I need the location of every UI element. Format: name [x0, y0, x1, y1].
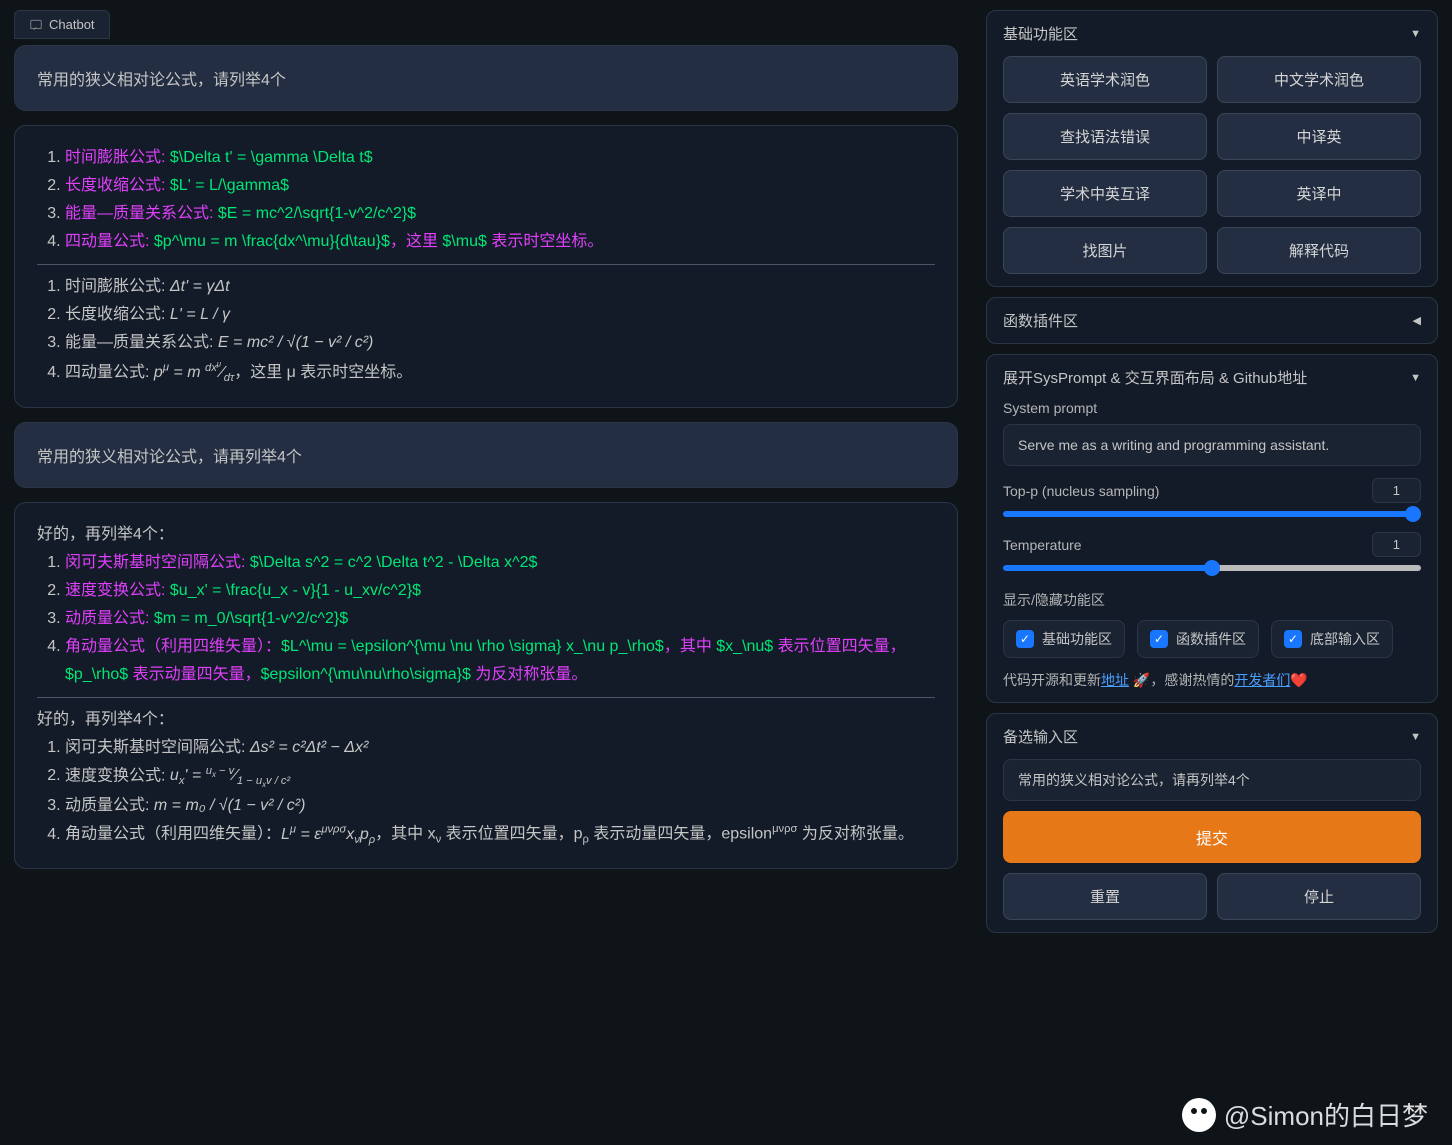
top-p-value: 1: [1372, 478, 1421, 503]
function-button[interactable]: 英译中: [1217, 170, 1421, 217]
panel-basic: 基础功能区 ▼ 英语学术润色中文学术润色查找语法错误中译英学术中英互译英译中找图…: [986, 10, 1438, 287]
chevron-down-icon: ▼: [1410, 372, 1421, 384]
chevron-down-icon: ▼: [1410, 731, 1421, 743]
panel-title: 备选输入区: [1003, 726, 1078, 747]
alt-input[interactable]: [1003, 759, 1421, 801]
credit-line: 代码开源和更新地址 🚀，感谢热情的开发者们❤️: [1003, 670, 1421, 690]
toggle-label: 显示/隐藏功能区: [1003, 590, 1421, 610]
system-prompt-label: System prompt: [1003, 400, 1421, 416]
bot-intro: 好的，再列举4个：: [37, 521, 935, 549]
panel-sysprompt: 展开SysPrompt & 交互界面布局 & Github地址 ▼ System…: [986, 354, 1438, 703]
formula-item: 能量—质量关系公式: E = mc² / √(1 − v² / c²): [65, 329, 935, 357]
temperature-value: 1: [1372, 532, 1421, 557]
bot-intro: 好的，再列举4个：: [37, 706, 935, 734]
checkbox-item[interactable]: ✓函数插件区: [1137, 620, 1259, 658]
formula-item: 长度收缩公式: L' = L / γ: [65, 301, 935, 329]
function-button[interactable]: 查找语法错误: [1003, 113, 1207, 160]
system-prompt-input[interactable]: [1003, 424, 1421, 466]
weibo-icon: [1182, 1098, 1216, 1132]
tab-chatbot[interactable]: Chatbot: [14, 10, 110, 39]
formula-item: 速度变换公式: ux' = ux − v⁄1 − uxv / c²: [65, 762, 935, 792]
formula-item: 角动量公式（利用四维矢量）：$L^\mu = \epsilon^{\mu \nu…: [65, 633, 935, 689]
panel-sysprompt-header[interactable]: 展开SysPrompt & 交互界面布局 & Github地址 ▼: [1003, 367, 1421, 388]
formula-item: 长度收缩公式: $L' = L/\gamma$: [65, 172, 935, 200]
watermark: @Simon的白日梦: [1182, 1096, 1428, 1133]
panel-basic-header[interactable]: 基础功能区 ▼: [1003, 23, 1421, 44]
panel-plugins: 函数插件区 ◀: [986, 297, 1438, 344]
formula-item: 四动量公式: $p^\mu = m \frac{dx^\mu}{d\tau}$，…: [65, 228, 935, 256]
checkbox-icon: ✓: [1016, 630, 1034, 648]
formula-item: 能量—质量关系公式: $E = mc^2/\sqrt{1-v^2/c^2}$: [65, 200, 935, 228]
function-button[interactable]: 解释代码: [1217, 227, 1421, 274]
panel-alt-input: 备选输入区 ▼ 提交 重置 停止: [986, 713, 1438, 933]
formula-item: 四动量公式: pμ = m dxμ⁄dτ，这里 μ 表示时空坐标。: [65, 357, 935, 389]
user-message: 常用的狭义相对论公式，请再列举4个: [14, 422, 958, 488]
function-button[interactable]: 中译英: [1217, 113, 1421, 160]
function-button[interactable]: 学术中英互译: [1003, 170, 1207, 217]
checkbox-item[interactable]: ✓基础功能区: [1003, 620, 1125, 658]
reset-button[interactable]: 重置: [1003, 873, 1207, 920]
formula-item: 动质量公式: $m = m_0/\sqrt{1-v^2/c^2}$: [65, 605, 935, 633]
submit-button[interactable]: 提交: [1003, 811, 1421, 863]
panel-alt-header[interactable]: 备选输入区 ▼: [1003, 726, 1421, 747]
temperature-slider[interactable]: [1003, 565, 1421, 571]
bot-message: 时间膨胀公式: $\Delta t' = \gamma \Delta t$长度收…: [14, 125, 958, 408]
panel-plugins-header[interactable]: 函数插件区 ◀: [1003, 310, 1421, 331]
formula-item: 时间膨胀公式: $\Delta t' = \gamma \Delta t$: [65, 144, 935, 172]
user-message: 常用的狭义相对论公式，请列举4个: [14, 45, 958, 111]
top-p-slider[interactable]: [1003, 511, 1421, 517]
top-p-label: Top-p (nucleus sampling): [1003, 483, 1159, 499]
function-button[interactable]: 英语学术润色: [1003, 56, 1207, 103]
temperature-label: Temperature: [1003, 537, 1082, 553]
checkbox-icon: ✓: [1150, 630, 1168, 648]
developers-link[interactable]: 开发者们: [1234, 672, 1290, 688]
panel-title: 函数插件区: [1003, 310, 1078, 331]
function-button[interactable]: 找图片: [1003, 227, 1207, 274]
tab-label: Chatbot: [49, 17, 95, 32]
formula-item: 闵可夫斯基时空间隔公式: $\Delta s^2 = c^2 \Delta t^…: [65, 549, 935, 577]
chat-icon: [29, 18, 43, 32]
function-button[interactable]: 中文学术润色: [1217, 56, 1421, 103]
panel-title: 基础功能区: [1003, 23, 1078, 44]
formula-item: 角动量公式（利用四维矢量）：Lμ = εμνρσxνpρ，其中 xν 表示位置四…: [65, 820, 935, 850]
source-link[interactable]: 地址: [1101, 672, 1129, 688]
formula-item: 速度变换公式: $u_x' = \frac{u_x - v}{1 - u_xv/…: [65, 577, 935, 605]
panel-title: 展开SysPrompt & 交互界面布局 & Github地址: [1003, 367, 1307, 388]
stop-button[interactable]: 停止: [1217, 873, 1421, 920]
bot-message: 好的，再列举4个： 闵可夫斯基时空间隔公式: $\Delta s^2 = c^2…: [14, 502, 958, 870]
chevron-down-icon: ▼: [1410, 28, 1421, 40]
formula-item: 动质量公式: m = m₀ / √(1 − v² / c²): [65, 792, 935, 820]
checkbox-item[interactable]: ✓底部输入区: [1271, 620, 1393, 658]
formula-item: 闵可夫斯基时空间隔公式: Δs² = c²Δt² − Δx²: [65, 734, 935, 762]
formula-item: 时间膨胀公式: Δt' = γΔt: [65, 273, 935, 301]
chevron-left-icon: ◀: [1413, 314, 1421, 327]
checkbox-icon: ✓: [1284, 630, 1302, 648]
